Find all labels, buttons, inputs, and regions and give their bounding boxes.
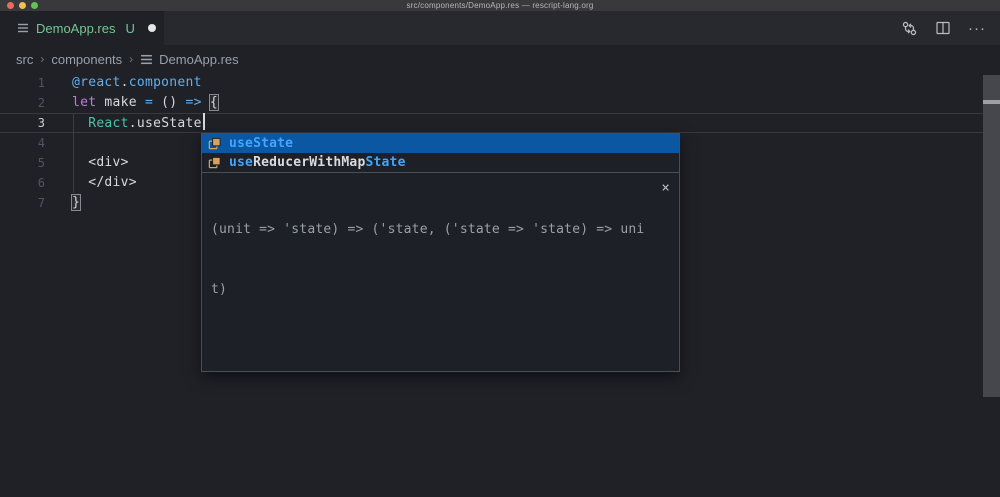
suggest-widget: useState useReducerWithMapState (unit => …	[201, 133, 680, 372]
doc-line: t)	[211, 280, 653, 300]
code-token: =>	[186, 95, 202, 110]
zoom-window-button[interactable]	[31, 2, 38, 9]
split-editor-icon[interactable]	[935, 11, 951, 45]
code-token: let	[72, 95, 96, 110]
tab-label: DemoApp.res	[36, 21, 115, 36]
breadcrumb-file-label: DemoApp.res	[159, 52, 238, 67]
method-icon	[207, 136, 222, 151]
code-text: </div>	[72, 173, 137, 193]
line-number: 4	[0, 133, 45, 153]
tab-git-status: U	[125, 21, 134, 36]
code-line[interactable]: 2 let make = () => {	[0, 93, 1000, 113]
overview-ruler-cursor-marker	[983, 100, 1000, 104]
close-window-button[interactable]	[7, 2, 14, 9]
minimize-window-button[interactable]	[19, 2, 26, 9]
code-text: React.useState	[72, 113, 205, 134]
code-token: =	[145, 95, 153, 110]
suggestion-docs: (unit => 'state) => ('state, ('state => …	[202, 172, 679, 371]
code-line[interactable]: 3 React.useState	[0, 113, 1000, 133]
line-number: 2	[0, 93, 45, 113]
suggestion-list: useState useReducerWithMapState	[202, 134, 679, 172]
code-token	[72, 116, 88, 131]
editor-actions: ···	[901, 11, 986, 45]
doc-line: (unit => 'state) => ('state, ('state => …	[211, 220, 653, 240]
dirty-dot-icon[interactable]	[148, 24, 156, 32]
tab-bar: DemoApp.res U	[0, 11, 1000, 45]
line-number: 7	[0, 193, 45, 213]
code-token: component	[129, 75, 202, 90]
close-icon[interactable]: ×	[661, 181, 670, 195]
titlebar: src/components/DemoApp.res — rescript-la…	[0, 0, 1000, 11]
code-line[interactable]: 1 @react.component	[0, 73, 1000, 93]
matched-bracket: }	[71, 194, 81, 211]
code-token: <div>	[72, 155, 129, 170]
vscode-window: src/components/DemoApp.res — rescript-la…	[0, 0, 1000, 497]
code-token: useState	[137, 116, 202, 131]
code-text: let make = () => {	[72, 93, 218, 113]
suggestion-label: useReducerWithMapState	[229, 155, 406, 170]
chevron-right-icon: ›	[40, 52, 44, 66]
suggestion-label: useState	[229, 136, 293, 151]
code-token: React	[88, 116, 129, 131]
file-list-icon	[17, 22, 29, 34]
chevron-right-icon: ›	[129, 52, 133, 66]
code-text: @react.component	[72, 73, 202, 93]
code-text: <div>	[72, 153, 129, 173]
breadcrumb-src[interactable]: src	[16, 52, 33, 67]
breadcrumb: src › components › DemoApp.res	[0, 45, 1000, 73]
traffic-lights	[7, 2, 38, 9]
more-actions-icon[interactable]: ···	[968, 11, 986, 45]
code-token: ()	[153, 95, 185, 110]
code-text: }	[72, 193, 80, 213]
method-icon	[207, 155, 222, 170]
line-number: 3	[0, 113, 45, 133]
breadcrumb-components[interactable]: components	[51, 52, 122, 67]
code-token: make	[96, 95, 145, 110]
line-number: 6	[0, 173, 45, 193]
file-list-icon	[140, 53, 153, 66]
code-token: @react	[72, 75, 121, 90]
window-title: src/components/DemoApp.res — rescript-la…	[406, 0, 593, 11]
code-token: </div>	[72, 175, 137, 190]
tab-demoapp[interactable]: DemoApp.res U	[0, 11, 164, 45]
matched-bracket: {	[209, 94, 219, 111]
breadcrumb-file[interactable]: DemoApp.res	[140, 52, 238, 67]
code-token: .	[129, 116, 137, 131]
line-number: 1	[0, 73, 45, 93]
suggestion-item[interactable]: useReducerWithMapState	[202, 153, 679, 172]
open-changes-icon[interactable]	[901, 11, 918, 45]
vertical-scrollbar[interactable]	[983, 75, 1000, 397]
text-cursor	[203, 113, 205, 130]
suggestion-item[interactable]: useState	[202, 134, 679, 153]
line-number: 5	[0, 153, 45, 173]
code-token: .	[121, 75, 129, 90]
